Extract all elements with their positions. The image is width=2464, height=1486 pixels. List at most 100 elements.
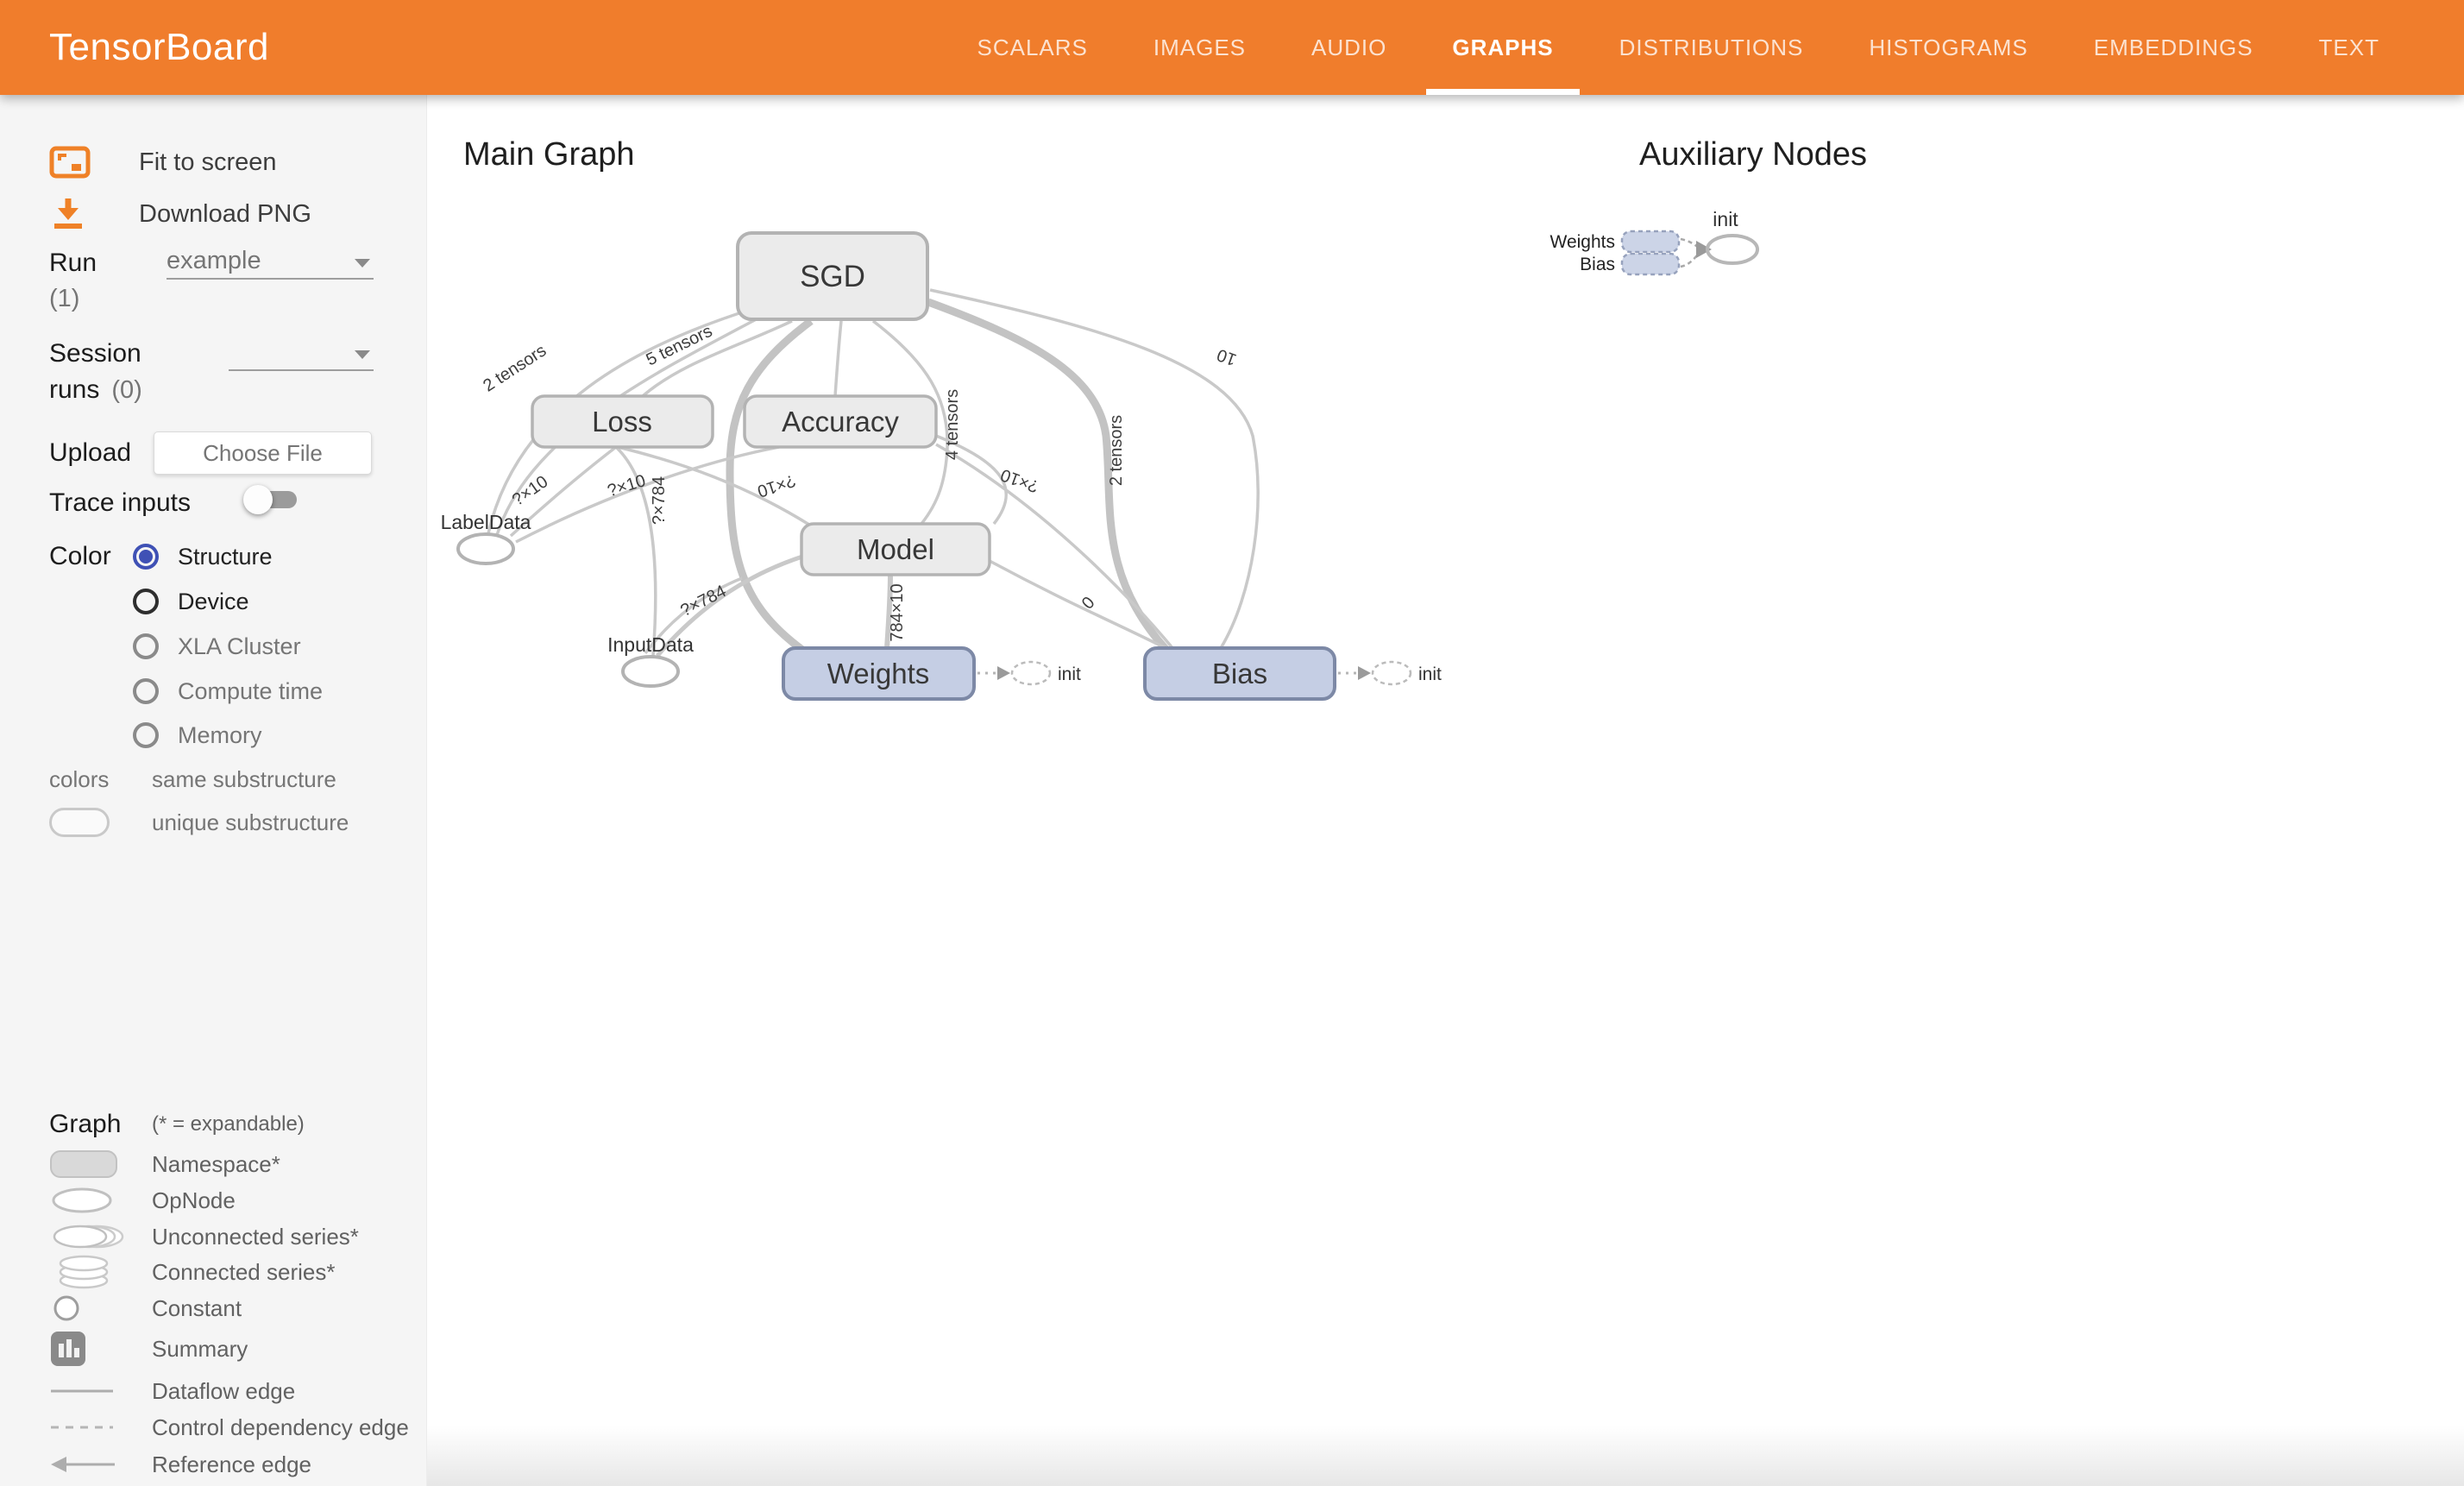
trace-inputs-toggle[interactable] [243, 485, 299, 514]
opnode-bias-init[interactable] [1373, 662, 1411, 684]
color-option-structure[interactable]: Structure [133, 539, 273, 574]
color-option-memory[interactable]: Memory [133, 718, 262, 752]
trace-inputs-row: Trace inputs [49, 488, 191, 518]
app-header: TensorBoard SCALARS IMAGES AUDIO GRAPHS … [0, 0, 2464, 95]
content: Fit to screen Download PNG Run (1) examp… [0, 95, 2464, 1486]
constant-icon [49, 1293, 139, 1324]
legend-label: Connected series* [152, 1259, 335, 1286]
opnode-weights-init[interactable] [1012, 662, 1050, 684]
tab-scalars[interactable]: SCALARS [944, 0, 1120, 95]
radio-icon [133, 544, 159, 570]
tab-text[interactable]: TEXT [2286, 0, 2412, 95]
edge-label: 10 [1215, 344, 1239, 368]
legend-label: Reference edge [152, 1451, 311, 1478]
app-title: TensorBoard [49, 26, 269, 69]
control-dependency-edge-icon [49, 1423, 139, 1432]
run-select[interactable]: example [167, 243, 374, 280]
edge-label: ?×10 [755, 470, 798, 501]
same-substructure-label: same substructure [152, 766, 336, 793]
tab-histograms[interactable]: HISTOGRAMS [1836, 0, 2060, 95]
color-option-xla-cluster[interactable]: XLA Cluster [133, 629, 301, 664]
aux-bias-node[interactable] [1622, 254, 1679, 274]
graph-pane: Main Graph Auxiliary Nodes [427, 95, 2464, 1486]
color-option-device[interactable]: Device [133, 584, 249, 619]
aux-init-node[interactable] [1707, 236, 1757, 263]
choose-file-label: Choose File [203, 440, 323, 467]
graph-edges [488, 290, 1258, 656]
unconnected-series-icon [49, 1221, 139, 1252]
opnode-labeldata-label: LabelData [441, 511, 531, 533]
legend-label: Constant [152, 1295, 242, 1322]
color-option-label: Memory [178, 722, 262, 749]
chevron-down-icon [355, 350, 370, 359]
session-runs-count: (0) [111, 376, 141, 405]
bottom-fade [427, 1426, 2464, 1486]
trace-inputs-label: Trace inputs [49, 488, 191, 518]
session-runs-select[interactable] [229, 335, 374, 371]
legend-item-dataflow-edge: Dataflow edge [49, 1373, 418, 1409]
download-png-label: Download PNG [139, 200, 311, 229]
colors-label: colors [49, 766, 139, 793]
opnode-inputdata[interactable] [623, 657, 678, 686]
unique-substructure-label: unique substructure [152, 809, 349, 836]
dataflow-edge-icon [49, 1387, 139, 1395]
sidebar: Fit to screen Download PNG Run (1) examp… [0, 95, 427, 1486]
expandable-note: (* = expandable) [152, 1112, 305, 1137]
auxiliary-nodes-group: Weights Bias init [1550, 208, 1757, 274]
legend-item-control-dependency-edge: Control dependency edge [49, 1409, 418, 1445]
tab-embeddings[interactable]: EMBEDDINGS [2061, 0, 2286, 95]
node-weights-label: Weights [827, 658, 930, 689]
node-bias-label: Bias [1212, 658, 1267, 689]
color-label-row: Color [49, 542, 111, 571]
edge-label: ?×10 [605, 471, 648, 501]
aux-weights-node[interactable] [1622, 231, 1679, 252]
download-png-button[interactable]: Download PNG [49, 188, 311, 240]
run-count-row: (1) [49, 285, 79, 313]
session-label: Session [49, 339, 141, 368]
legend-label: Unconnected series* [152, 1224, 359, 1250]
radio-icon [133, 633, 159, 659]
legend-label: OpNode [152, 1187, 236, 1214]
opnode-icon [49, 1185, 139, 1216]
session-runs-label: runs [49, 375, 99, 405]
legend-item-summary: Summary [49, 1331, 418, 1367]
arrowhead-icon [997, 666, 1010, 680]
opnode-inputdata-label: InputData [607, 633, 694, 656]
aux-init-label: init [1713, 208, 1738, 230]
aux-weights-label: Weights [1550, 232, 1615, 252]
toggle-knob [243, 485, 273, 514]
legend-item-unconnected-series: Unconnected series* [49, 1218, 418, 1255]
edge-label: 0 [1078, 593, 1099, 613]
edge-label: 784×10 [888, 583, 907, 641]
same-substructure-row: colors same substructure [49, 761, 418, 797]
legend-item-opnode: OpNode [49, 1182, 418, 1218]
tab-distributions[interactable]: DISTRIBUTIONS [1587, 0, 1837, 95]
tab-audio[interactable]: AUDIO [1279, 0, 1419, 95]
tab-images[interactable]: IMAGES [1121, 0, 1279, 95]
unique-substructure-swatch [49, 808, 139, 837]
edge [990, 561, 1169, 650]
legend-label: Summary [152, 1336, 248, 1363]
fit-to-screen-icon [49, 145, 139, 179]
summary-icon [49, 1330, 139, 1368]
fit-to-screen-label: Fit to screen [139, 148, 277, 177]
legend-item-namespace: Namespace* [49, 1146, 418, 1182]
chevron-down-icon [355, 259, 370, 268]
color-option-label: Structure [178, 544, 273, 570]
run-count: (1) [49, 285, 79, 313]
choose-file-button[interactable]: Choose File [154, 431, 372, 475]
color-option-compute-time[interactable]: Compute time [133, 674, 323, 708]
edge [835, 321, 841, 396]
namespace-icon [49, 1149, 139, 1180]
aux-bias-label: Bias [1580, 255, 1615, 274]
graph-legend-header: Graph (* = expandable) [49, 1106, 418, 1143]
fit-to-screen-button[interactable]: Fit to screen [49, 136, 277, 188]
arrowhead-icon [1358, 666, 1371, 680]
edge-thick [928, 302, 1166, 650]
opnode-labeldata[interactable] [458, 534, 513, 564]
upload-label: Upload [49, 438, 131, 468]
edge [930, 290, 1258, 648]
tab-graphs[interactable]: GRAPHS [1419, 0, 1586, 95]
unique-substructure-row: unique substructure [49, 804, 418, 841]
legend-label: Namespace* [152, 1151, 280, 1178]
